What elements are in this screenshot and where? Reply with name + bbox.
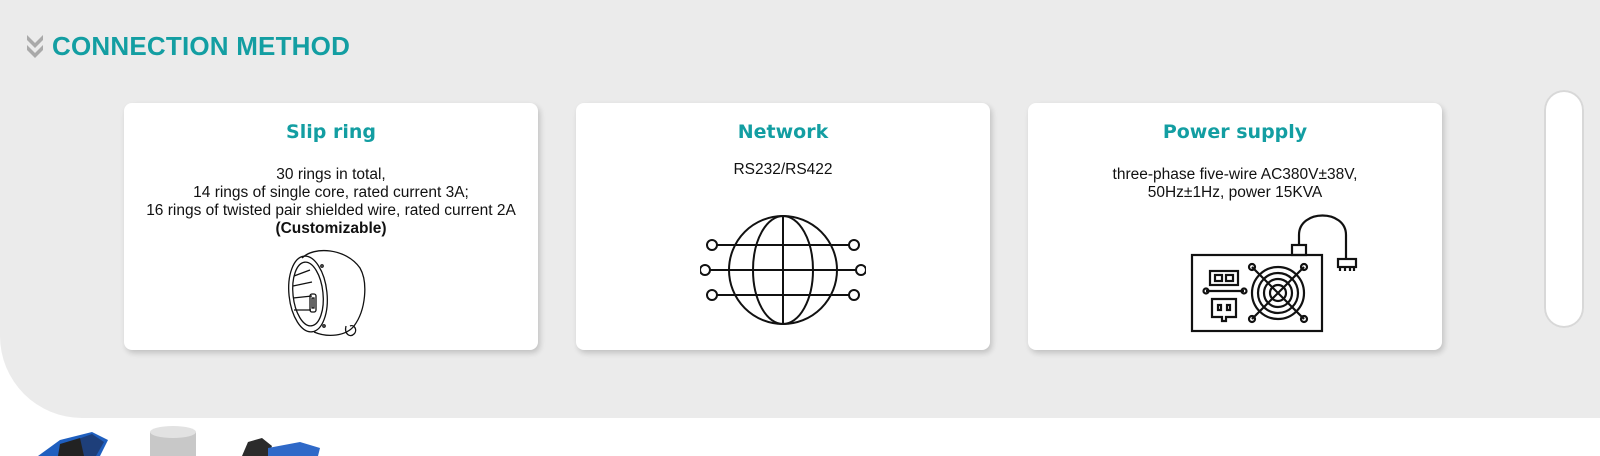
product-photo-preview	[38, 426, 320, 456]
product-image-strip	[0, 418, 1600, 456]
description-line: 16 rings of twisted pair shielded wire, …	[146, 202, 516, 219]
double-chevron-down-icon	[27, 35, 43, 58]
scroll-next-tab[interactable]	[1544, 90, 1584, 328]
description-line: 14 rings of single core, rated current 3…	[193, 184, 469, 201]
card-description: three-phase five-wire AC380V±38V, 50Hz±1…	[1028, 166, 1442, 202]
description-line: three-phase five-wire AC380V±38V,	[1112, 166, 1358, 183]
card-title: Slip ring	[286, 121, 376, 143]
power-supply-card: Power supply three-phase five-wire AC380…	[1028, 103, 1442, 350]
connection-method-panel: CONNECTION METHOD Slip ring 30 rings in …	[0, 0, 1600, 418]
network-card: Network RS232/RS422	[576, 103, 990, 350]
card-description: RS232/RS422	[576, 161, 990, 179]
description-line: 30 rings in total,	[276, 166, 386, 183]
card-title: Power supply	[1162, 121, 1308, 143]
section-title: CONNECTION METHOD	[52, 30, 351, 61]
description-line: RS232/RS422	[733, 161, 833, 178]
power-supply-icon	[1190, 214, 1358, 333]
slip-ring-card: Slip ring 30 rings in total, 14 rings of…	[124, 103, 538, 350]
customizable-note: (Customizable)	[275, 220, 387, 237]
section-header: CONNECTION METHOD	[26, 30, 350, 62]
card-title: Network	[737, 121, 829, 143]
slip-ring-icon	[288, 249, 366, 337]
globe-network-icon	[700, 215, 866, 325]
description-line: 50Hz±1Hz, power 15KVA	[1147, 184, 1323, 201]
card-description: 30 rings in total, 14 rings of single co…	[124, 166, 538, 238]
